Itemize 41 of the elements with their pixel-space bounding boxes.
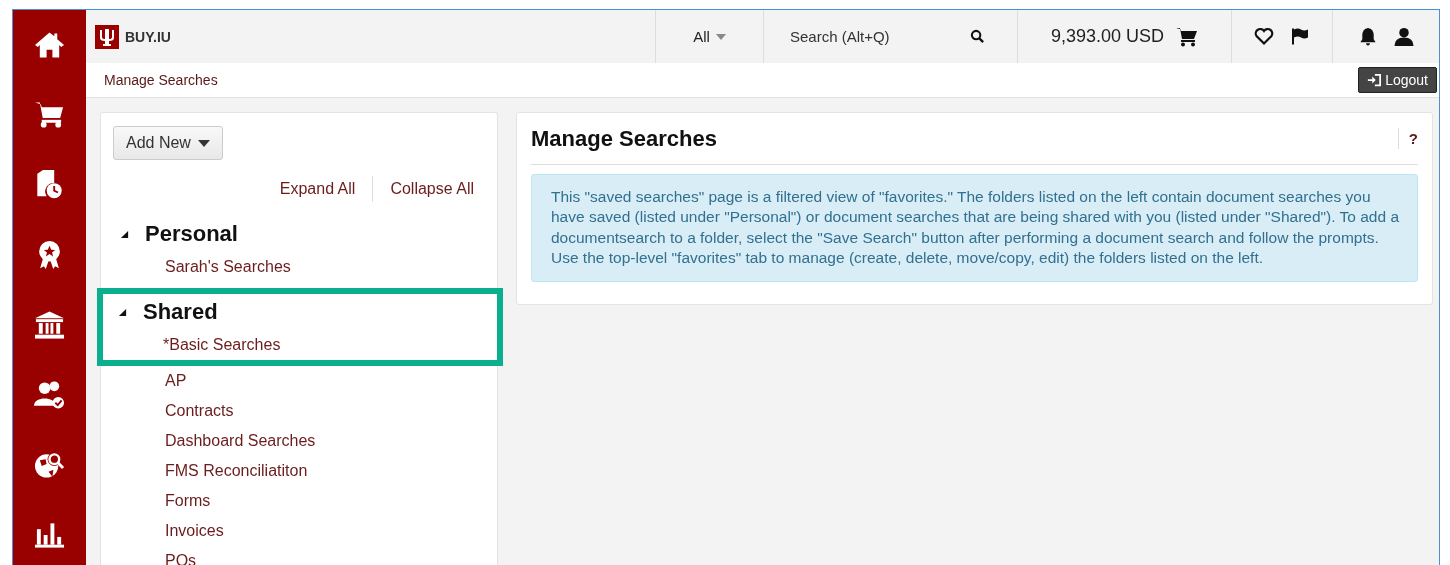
logout-icon — [1367, 73, 1382, 87]
scope-dropdown[interactable]: All — [687, 24, 732, 49]
toggle-icon[interactable] — [120, 229, 129, 239]
page-title: Manage Searches — [531, 125, 717, 152]
folder-link[interactable]: Invoices — [165, 521, 224, 541]
user-icon[interactable] — [1394, 27, 1414, 46]
folder-link[interactable]: *Basic Searches — [163, 335, 281, 355]
toggle-icon[interactable] — [118, 307, 127, 317]
flag-icon[interactable] — [1290, 27, 1310, 46]
folder-link[interactable]: FMS Reconciliatiton — [165, 461, 308, 481]
bar-chart-icon[interactable] — [34, 520, 65, 550]
logo-icon[interactable] — [95, 24, 119, 49]
help-link[interactable]: ? — [1397, 128, 1418, 149]
logout-button[interactable]: Logout — [1358, 67, 1437, 93]
folder-heading[interactable]: Shared — [143, 299, 218, 325]
globe-search-icon[interactable] — [34, 450, 65, 480]
info-message: This "saved searches" page is a filtered view of "favorites." The folders listed on the left contain document searches you have saved (listed under "Personal") or document searches that are being shared with you (listed under "Shared"). To add a documentsearch to a folder, select the "Save Search" button after performing a document search and follow the prompts. Use the top-level "favorites" tab to manage (create, delete, move/copy, edit) the folders listed on the left. — [531, 174, 1418, 282]
folder-link[interactable]: Forms — [165, 491, 211, 511]
bank-icon[interactable] — [34, 310, 65, 340]
brand-name: BUY.IU — [125, 28, 171, 45]
document-clock-icon[interactable] — [34, 170, 65, 200]
folder-link[interactable]: AP — [165, 371, 187, 391]
bell-icon[interactable] — [1358, 27, 1378, 46]
collapse-all-link[interactable]: Collapse All — [390, 180, 474, 198]
folder-heading[interactable]: Personal — [145, 221, 238, 247]
breadcrumb: Manage Searches — [104, 72, 218, 88]
folder-link[interactable]: Dashboard Searches — [165, 431, 316, 451]
add-new-button[interactable]: Add New — [113, 126, 223, 160]
expand-all-link[interactable]: Expand All — [279, 180, 356, 198]
caret-icon — [715, 33, 726, 40]
cart-button[interactable]: 9,393.00 USD — [1046, 22, 1203, 51]
heart-icon[interactable] — [1254, 27, 1274, 46]
cart-icon[interactable] — [34, 100, 65, 130]
search-icon — [970, 29, 985, 44]
home-icon[interactable] — [34, 30, 65, 60]
people-check-icon[interactable] — [34, 380, 65, 410]
cart-icon — [1176, 26, 1199, 47]
search-field[interactable]: Search (Alt+Q) — [786, 24, 964, 49]
folder-link[interactable]: Contracts — [165, 401, 234, 421]
folder-link[interactable]: Sarah's Searches — [165, 257, 291, 277]
caret-icon — [197, 139, 210, 147]
